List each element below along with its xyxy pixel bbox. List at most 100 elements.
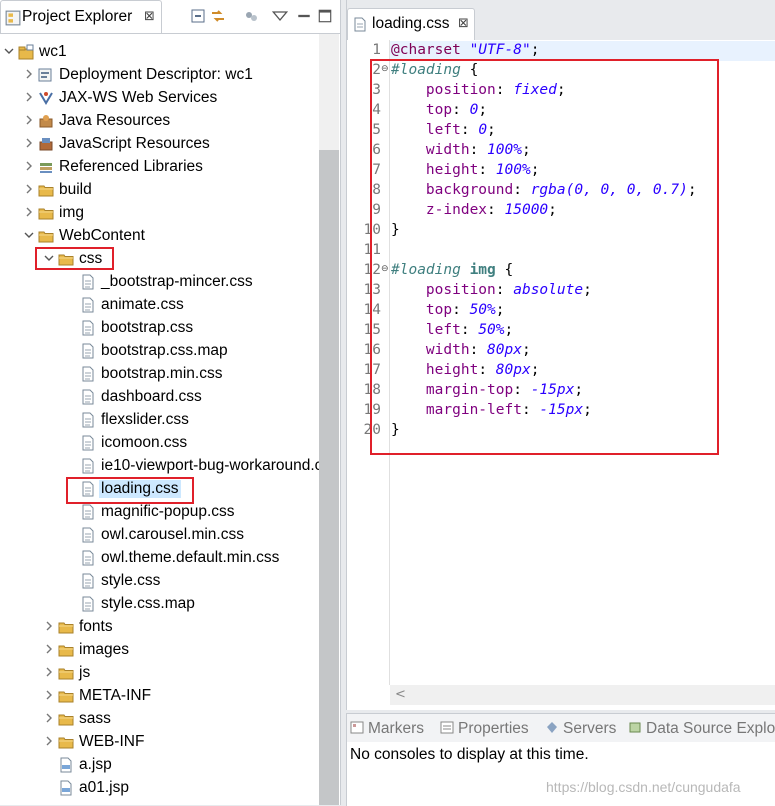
tree-item-label: META-INF [79, 687, 152, 704]
tree-item[interactable]: sass [0, 708, 340, 731]
tree-item[interactable]: magnific-popup.css [0, 501, 340, 524]
tree-item[interactable]: js [0, 662, 340, 685]
tree-item-label: JavaScript Resources [59, 135, 210, 152]
close-icon[interactable]: ⊠ [458, 16, 469, 31]
tree-item[interactable]: META-INF [0, 685, 340, 708]
tree-item[interactable]: style.css [0, 570, 340, 593]
tree-item[interactable]: img [0, 202, 340, 225]
tree-item[interactable]: bootstrap.css.map [0, 340, 340, 363]
chevron-right-icon[interactable] [24, 115, 34, 125]
tree-item[interactable]: a01.jsp [0, 777, 340, 800]
tree-item[interactable]: icomoon.css [0, 432, 340, 455]
css-file-icon [82, 343, 94, 359]
link-with-editor-icon[interactable] [210, 8, 226, 24]
project-explorer-title: Project Explorer [22, 8, 133, 25]
tree-item[interactable]: Referenced Libraries [0, 156, 340, 179]
tree-item-label: a.jsp [79, 756, 112, 773]
tree-item[interactable]: wc1 [0, 41, 340, 64]
chevron-right-icon[interactable] [44, 690, 54, 700]
tree-item-label: icomoon.css [101, 434, 188, 451]
chevron-right-icon[interactable] [44, 713, 54, 723]
tree-item-label: flexslider.css [101, 411, 189, 428]
editor-horizontal-scrollbar[interactable]: < [390, 685, 775, 705]
tree-item[interactable]: Deployment Descriptor: wc1 [0, 64, 340, 87]
folder-icon [58, 714, 74, 726]
tree-item[interactable]: fonts [0, 616, 340, 639]
tree-item[interactable]: JavaScript Resources [0, 133, 340, 156]
tree-item-label: bootstrap.min.css [101, 365, 223, 382]
close-icon[interactable]: ⊠ [144, 9, 155, 24]
filter-icon[interactable] [243, 8, 259, 24]
explorer-vertical-scrollbar[interactable] [319, 34, 339, 805]
tree-item[interactable]: bootstrap.min.css [0, 363, 340, 386]
chevron-right-icon[interactable] [24, 92, 34, 102]
tree-item[interactable]: build [0, 179, 340, 202]
tree-item-label: _bootstrap-mincer.css [101, 273, 253, 290]
highlight-box-css-folder [35, 247, 114, 270]
chevron-right-icon[interactable] [24, 207, 34, 217]
tree-item-label: WebContent [59, 227, 145, 244]
scroll-left-icon[interactable]: < [395, 687, 406, 702]
chevron-right-icon[interactable] [24, 138, 34, 148]
maximize-icon[interactable] [317, 8, 333, 24]
chevron-right-icon[interactable] [44, 736, 54, 746]
tree-item-label: dashboard.css [101, 388, 202, 405]
chevron-right-icon[interactable] [44, 644, 54, 654]
tree-item-label: animate.css [101, 296, 184, 313]
folder-icon [38, 208, 54, 220]
tab-properties[interactable]: Properties [440, 720, 529, 738]
css-file-icon [82, 573, 94, 589]
css-file-icon [354, 17, 366, 32]
minimize-icon[interactable] [296, 8, 312, 24]
tab-data-source-explorer[interactable]: Data Source Explorer [628, 720, 775, 738]
chevron-right-icon[interactable] [24, 161, 34, 171]
deployment-descriptor-icon [38, 68, 52, 82]
project-explorer-tab[interactable]: Project Explorer ⊠ [0, 0, 162, 34]
tree-item[interactable]: owl.theme.default.min.css [0, 547, 340, 570]
editor-tab-title: loading.css [372, 15, 450, 32]
tree-item-label: JAX-WS Web Services [59, 89, 218, 106]
tree-item-label: owl.carousel.min.css [101, 526, 244, 543]
tree-item[interactable]: Java Resources [0, 110, 340, 133]
tree-item[interactable]: _bootstrap-mincer.css [0, 271, 340, 294]
chevron-down-icon[interactable] [4, 46, 14, 56]
scrollbar-thumb[interactable] [319, 150, 339, 805]
css-file-icon [82, 527, 94, 543]
folder-icon [58, 691, 74, 703]
highlight-box-loading-css [66, 477, 194, 504]
tab-markers[interactable]: Markers [350, 720, 424, 738]
tree-item[interactable]: dashboard.css [0, 386, 340, 409]
chevron-right-icon[interactable] [44, 667, 54, 677]
tree-item-label: style.css.map [101, 595, 195, 612]
tree-item-label: build [59, 181, 92, 198]
tree-item-label: fonts [79, 618, 113, 635]
tree-item[interactable]: bootstrap.css [0, 317, 340, 340]
collapse-all-icon[interactable] [190, 8, 206, 24]
tree-item[interactable]: flexslider.css [0, 409, 340, 432]
web-services-icon [39, 92, 53, 105]
tree-item-label: owl.theme.default.min.css [101, 549, 280, 566]
tree-item[interactable]: WebContent [0, 225, 340, 248]
tree-item[interactable]: ie10-viewport-bug-workaround.css [0, 455, 340, 478]
css-file-icon [82, 412, 94, 428]
chevron-right-icon[interactable] [44, 621, 54, 631]
tree-item[interactable]: style.css.map [0, 593, 340, 616]
chevron-right-icon[interactable] [24, 184, 34, 194]
view-menu-icon[interactable] [272, 8, 288, 24]
css-file-icon [82, 366, 94, 382]
chevron-down-icon[interactable] [24, 230, 34, 240]
chevron-right-icon[interactable] [24, 69, 34, 79]
editor-tab-loading-css[interactable]: loading.css ⊠ [347, 8, 475, 40]
tree-item-label: a01.jsp [79, 779, 129, 796]
properties-icon [440, 721, 454, 734]
tree-item[interactable]: a.jsp [0, 754, 340, 777]
css-file-icon [82, 389, 94, 405]
tab-servers[interactable]: Servers [545, 720, 616, 738]
tree-item[interactable]: JAX-WS Web Services [0, 87, 340, 110]
jsp-file-icon [60, 757, 72, 773]
tree-item[interactable]: owl.carousel.min.css [0, 524, 340, 547]
highlight-box-css-code [370, 59, 719, 455]
tree-item[interactable]: WEB-INF [0, 731, 340, 754]
tree-item[interactable]: images [0, 639, 340, 662]
tree-item[interactable]: animate.css [0, 294, 340, 317]
